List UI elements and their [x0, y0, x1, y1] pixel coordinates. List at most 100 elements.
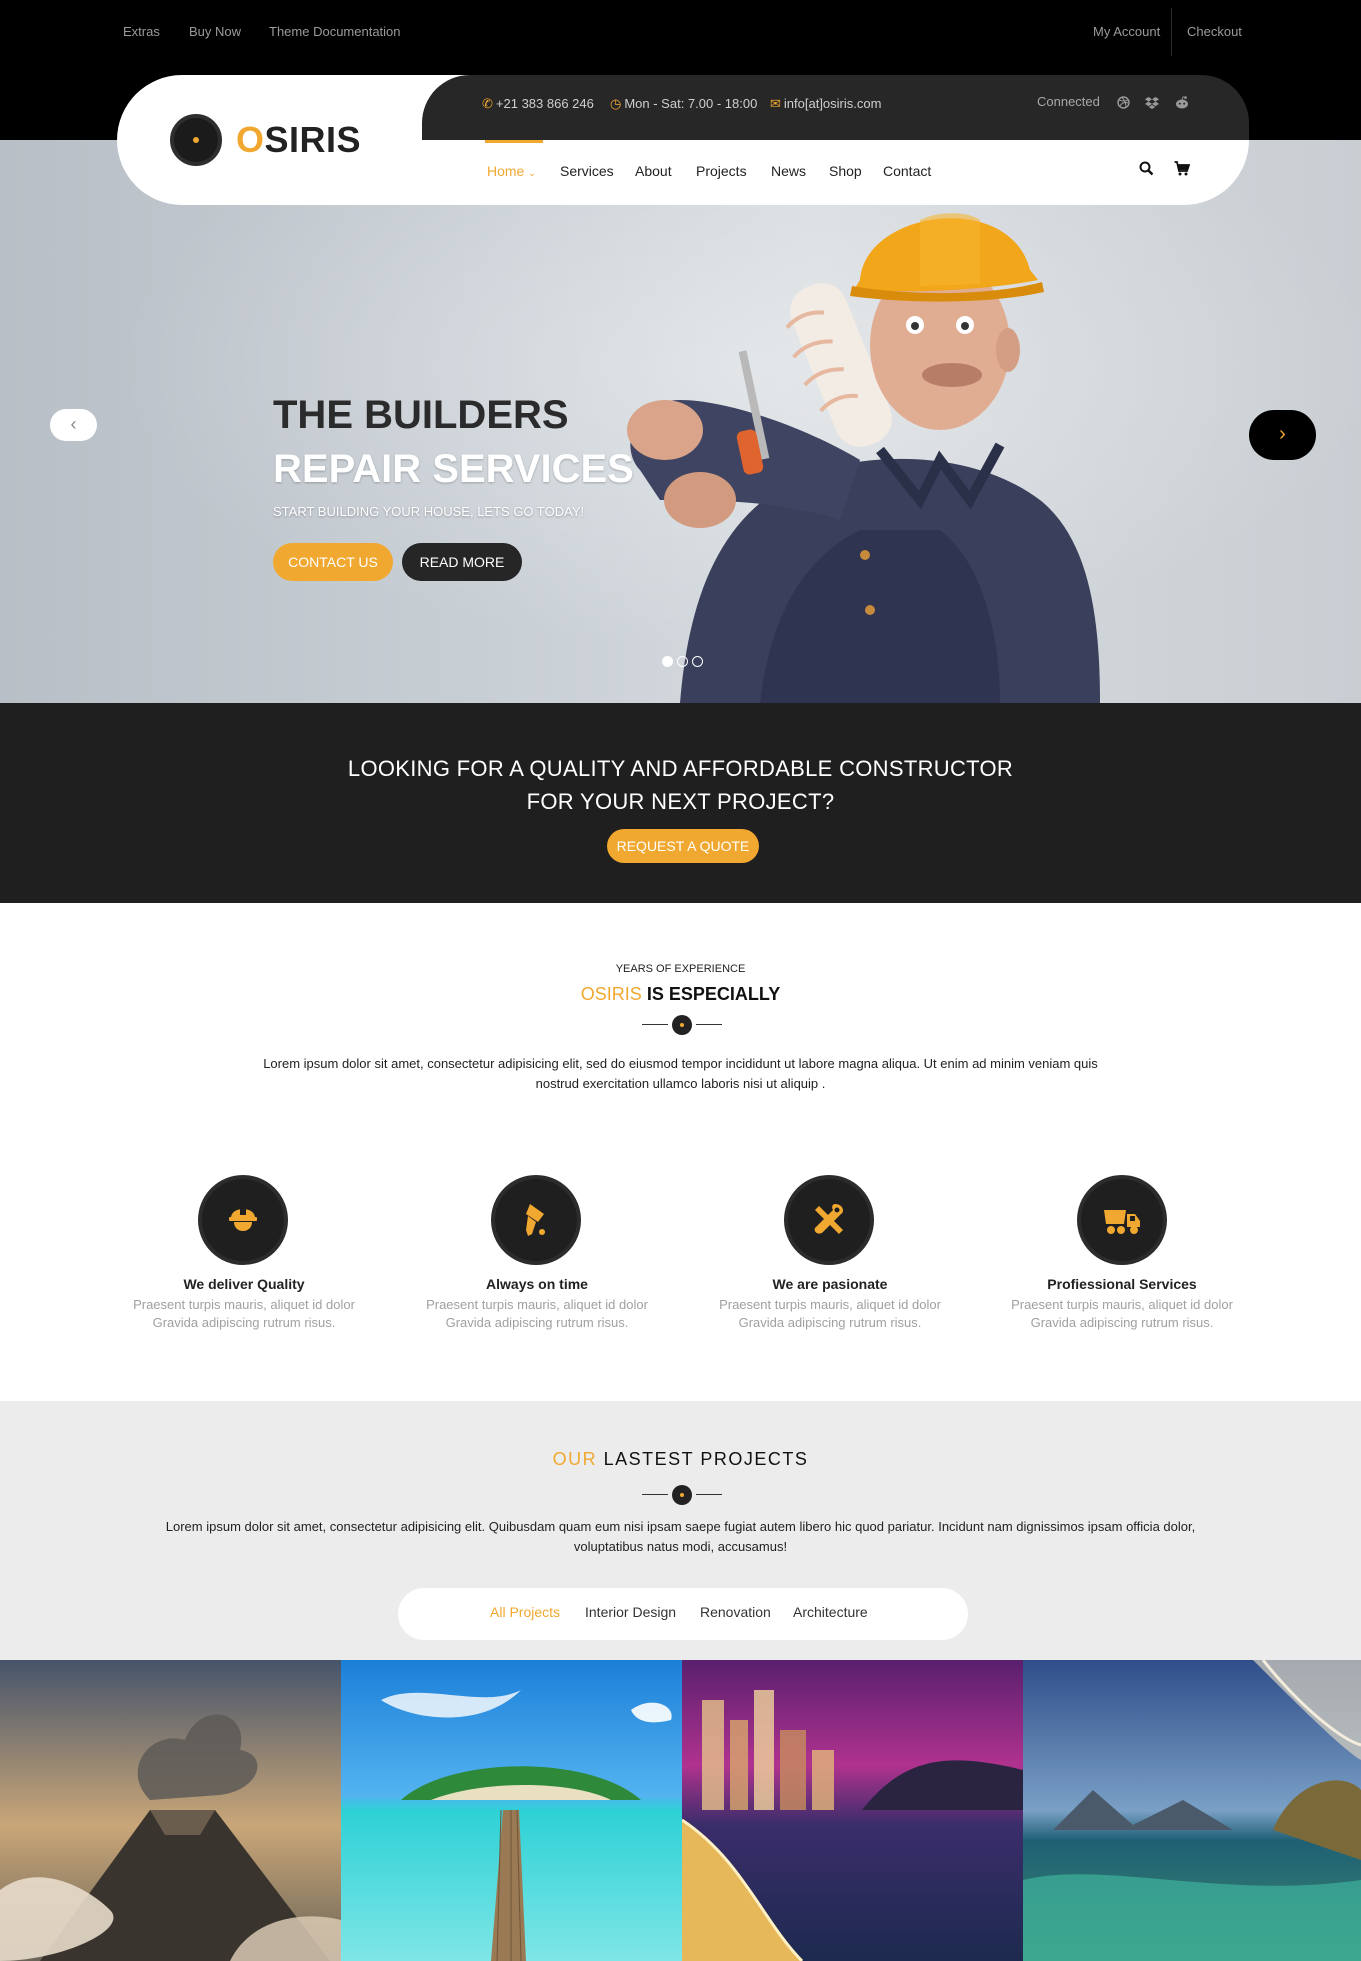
volcano-image — [0, 1660, 341, 1961]
tropical-pier-image — [341, 1660, 682, 1961]
separator-line-left — [642, 1024, 668, 1025]
logo-letter-o: O — [236, 119, 265, 160]
feature-title-1: We deliver Quality — [183, 1276, 305, 1292]
nav-contact[interactable]: Contact — [883, 163, 931, 179]
cart-icon[interactable] — [1174, 161, 1190, 176]
feature-desc-1-line2: Gravida adipiscing rutrum risus. — [152, 1315, 336, 1330]
separator-disc — [672, 1015, 692, 1035]
read-more-button[interactable]: READ MORE — [402, 543, 522, 581]
contact-us-button[interactable]: CONTACT US — [273, 543, 393, 581]
hero-title-line2: REPAIR SERVICES — [273, 447, 634, 491]
project-tile-tropical[interactable] — [341, 1660, 682, 1961]
site-logo[interactable]: OSIRIS — [236, 118, 361, 162]
social-label: Connected — [1037, 94, 1100, 109]
feature-desc-2: Praesent turpis mauris, aliquet id dolor… — [417, 1296, 657, 1332]
reddit-icon[interactable] — [1175, 96, 1189, 109]
request-quote-button[interactable]: REQUEST A QUOTE — [607, 829, 759, 863]
filter-architecture[interactable]: Architecture — [793, 1604, 868, 1620]
contact-hours: ◷ Mon - Sat: 7.00 - 18:00 — [610, 96, 757, 112]
feature-icon-circle-2 — [491, 1175, 581, 1265]
feature-desc-3-line1: Praesent turpis mauris, aliquet id dolor — [719, 1297, 941, 1312]
feature-icon-circle-4 — [1077, 1175, 1167, 1265]
feature-title-4: Profiessional Services — [1047, 1276, 1197, 1292]
contact-email[interactable]: ✉ info[at]osiris.com — [770, 96, 881, 112]
nav-about[interactable]: About — [635, 163, 672, 179]
filter-interior-design[interactable]: Interior Design — [585, 1604, 676, 1620]
hero-title-line1: THE BUILDERS — [273, 393, 569, 437]
feature-icon-circle-1 — [198, 1175, 288, 1265]
separator-line-right — [696, 1024, 722, 1025]
topbar-link-theme-documentation[interactable]: Theme Documentation — [269, 24, 401, 39]
contact-hours-text: Mon - Sat: 7.00 - 18:00 — [624, 96, 758, 111]
hero-subtitle: START BUILDING YOUR HOUSE, LETS GO TODAY… — [273, 504, 585, 519]
dump-truck-icon — [1104, 1210, 1140, 1234]
nav-news[interactable]: News — [771, 163, 806, 179]
topbar-link-extras[interactable]: Extras — [123, 24, 160, 39]
projects-separator-disc — [672, 1485, 692, 1505]
dropbox-icon[interactable] — [1145, 96, 1159, 109]
feature-desc-2-line1: Praesent turpis mauris, aliquet id dolor — [426, 1297, 648, 1312]
logo-icon[interactable] — [170, 114, 222, 166]
feature-desc-3-line2: Gravida adipiscing rutrum risus. — [738, 1315, 922, 1330]
filter-all-projects[interactable]: All Projects — [490, 1604, 560, 1620]
feature-desc-4-line2: Gravida adipiscing rutrum risus. — [1030, 1315, 1214, 1330]
city-beach-night-image — [682, 1660, 1023, 1961]
projects-paragraph-line1: Lorem ipsum dolor sit amet, consectetur … — [165, 1519, 1196, 1534]
topbar-link-my-account[interactable]: My Account — [1093, 24, 1160, 39]
feature-desc-2-line2: Gravida adipiscing rutrum risus. — [445, 1315, 629, 1330]
projects-separator-line-right — [696, 1494, 722, 1495]
filter-renovation[interactable]: Renovation — [700, 1604, 771, 1620]
project-tile-fantasy[interactable] — [1023, 1660, 1361, 1961]
topbar-divider — [1171, 8, 1172, 56]
slider-dot-1[interactable] — [662, 656, 673, 667]
nav-home-label: Home — [487, 163, 525, 179]
slider-next-button[interactable]: › — [1249, 410, 1316, 460]
clock-icon: ◷ — [610, 96, 622, 111]
slider-prev-button[interactable]: ‹ — [50, 409, 97, 441]
experience-eyebrow: YEARS OF EXPERIENCE — [615, 963, 746, 975]
projects-title-rest: LASTEST PROJECTS — [603, 1449, 809, 1469]
feature-desc-4-line1: Praesent turpis mauris, aliquet id dolor — [1011, 1297, 1233, 1312]
experience-paragraph-line2: nostrud exercitation ullamco laboris nis… — [535, 1076, 826, 1091]
quote-heading-line1: LOOKING FOR A QUALITY AND AFFORDABLE CON… — [347, 756, 1014, 781]
envelope-icon: ✉ — [770, 96, 781, 111]
nav-home[interactable]: Home ⌄ — [487, 163, 536, 179]
experience-title-highlight: OSIRIS — [580, 984, 642, 1004]
feature-desc-4: Praesent turpis mauris, aliquet id dolor… — [1002, 1296, 1242, 1332]
feature-icon-circle-3 — [784, 1175, 874, 1265]
feature-title-2: Always on time — [486, 1276, 588, 1292]
feature-title-3: We are pasionate — [772, 1276, 888, 1292]
quote-heading-line2: FOR YOUR NEXT PROJECT? — [526, 789, 835, 814]
slider-dot-3[interactable] — [692, 656, 703, 667]
hero-worker-image — [627, 213, 1100, 703]
chevron-left-icon: ‹ — [70, 414, 77, 434]
projects-title: OUR LASTEST PROJECTS — [0, 1449, 1361, 1470]
topbar-link-buy-now[interactable]: Buy Now — [189, 24, 241, 39]
feature-desc-3: Praesent turpis mauris, aliquet id dolor… — [710, 1296, 950, 1332]
feature-desc-1-line1: Praesent turpis mauris, aliquet id dolor — [133, 1297, 355, 1312]
topbar-link-checkout[interactable]: Checkout — [1187, 24, 1242, 39]
contact-phone-text: +21 383 866 246 — [495, 96, 594, 111]
contact-email-text: info[at]osiris.com — [783, 96, 882, 111]
tools-icon — [814, 1204, 843, 1234]
dribbble-icon[interactable] — [1117, 96, 1130, 109]
slider-dot-2[interactable] — [677, 656, 688, 667]
chevron-down-icon: ⌄ — [528, 168, 536, 178]
nav-services[interactable]: Services — [560, 163, 614, 179]
projects-separator-line-left — [642, 1494, 668, 1495]
nav-shop[interactable]: Shop — [829, 163, 862, 179]
project-tile-volcano[interactable] — [0, 1660, 341, 1961]
experience-paragraph-line1: Lorem ipsum dolor sit amet, consectetur … — [263, 1056, 1098, 1071]
fantasy-planet-lake-image — [1023, 1660, 1361, 1961]
project-filter-bar — [398, 1588, 968, 1640]
project-tile-city-beach[interactable] — [682, 1660, 1023, 1961]
projects-paragraph-line2: voluptatibus natus modi, accusamus! — [573, 1539, 788, 1554]
chevron-right-icon: › — [1279, 423, 1286, 445]
projects-title-highlight: OUR — [552, 1449, 598, 1469]
paint-brush-icon — [526, 1204, 545, 1236]
phone-icon: ✆ — [482, 96, 493, 111]
search-icon[interactable] — [1139, 161, 1154, 176]
nav-projects[interactable]: Projects — [696, 163, 747, 179]
logo-text-rest: SIRIS — [264, 119, 362, 160]
feature-desc-1: Praesent turpis mauris, aliquet id dolor… — [124, 1296, 364, 1332]
